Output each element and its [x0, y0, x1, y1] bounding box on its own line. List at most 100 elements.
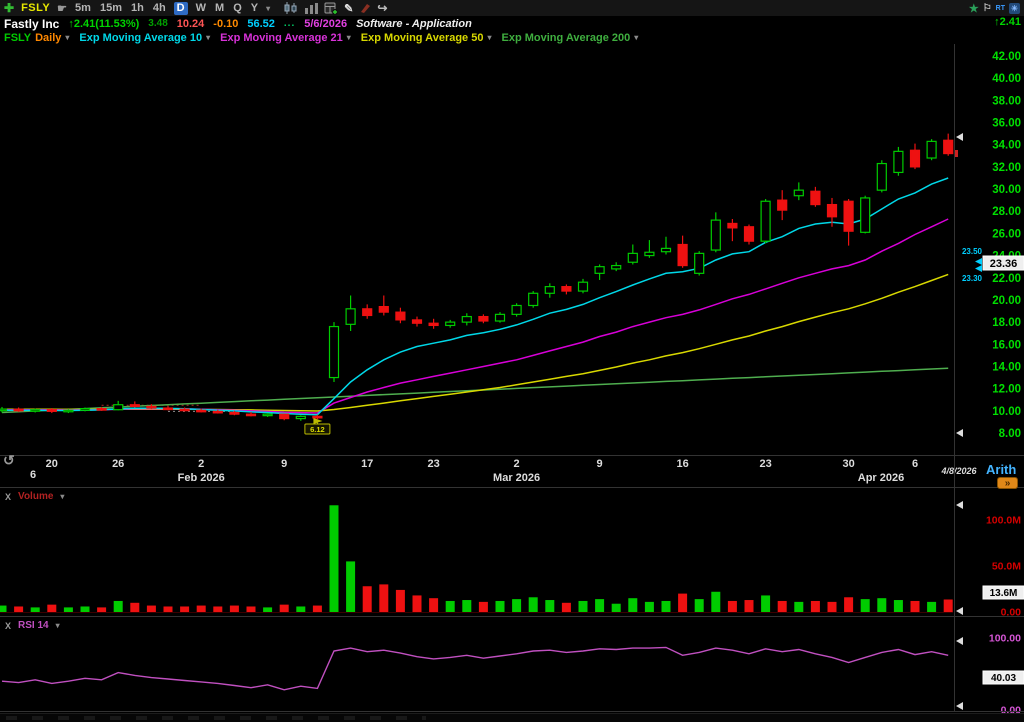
axis-extreme-marker — [956, 637, 963, 645]
svg-text:36.00: 36.00 — [992, 118, 1021, 130]
candle-body — [81, 409, 90, 411]
rsi-dropdown-icon[interactable]: ▾ — [56, 621, 60, 630]
candle-body — [64, 410, 73, 412]
candle-body — [197, 410, 206, 412]
candle-body — [778, 200, 787, 210]
candle-body — [662, 248, 671, 251]
svg-text:42.00: 42.00 — [992, 51, 1021, 63]
volume-bar — [413, 595, 422, 612]
price-axis[interactable]: 42.0040.0038.0036.0034.0032.0030.0028.00… — [954, 51, 1024, 440]
rsi-panel-header: X RSI 14 ▾ — [5, 620, 60, 631]
candle-body — [612, 266, 621, 269]
volume-bar — [296, 606, 305, 612]
candle-body — [296, 416, 305, 418]
volume-bar — [396, 590, 405, 612]
candle-body — [761, 201, 770, 241]
chart-canvas[interactable]: 6.1242.0040.0038.0036.0034.0032.0030.002… — [0, 0, 1024, 721]
svg-text:22.00: 22.00 — [992, 273, 1021, 285]
svg-text:2: 2 — [198, 458, 204, 470]
volume-bar — [130, 603, 139, 612]
rsi-close-button[interactable]: X — [5, 621, 11, 631]
volume-bar — [230, 606, 239, 612]
candle-body — [346, 309, 355, 325]
candle-body — [828, 205, 837, 217]
rsi-panel-label[interactable]: RSI 14 — [18, 620, 49, 631]
volume-bar — [147, 606, 156, 612]
ema10-line — [2, 178, 948, 415]
svg-text:32.00: 32.00 — [992, 162, 1021, 174]
volume-bar — [363, 586, 372, 612]
volume-bar — [263, 607, 272, 612]
axis-extreme-marker — [956, 607, 963, 615]
volume-bar — [877, 598, 886, 612]
trading-chart-window: ✚ FSLY ☛ 5m15m1h4hDWMQY ▾ — [0, 0, 1024, 721]
price-pane[interactable]: 6.12 — [0, 134, 953, 434]
volume-bar — [778, 601, 787, 612]
candle-body — [595, 267, 604, 274]
candle-body — [31, 410, 40, 412]
volume-bar — [927, 602, 936, 612]
volume-close-button[interactable]: X — [5, 492, 11, 502]
svg-text:12.00: 12.00 — [992, 384, 1021, 396]
candle-body — [247, 414, 256, 416]
candle-body — [429, 323, 438, 325]
volume-bar — [579, 601, 588, 612]
volume-bar — [728, 601, 737, 612]
candle-body — [413, 320, 422, 323]
volume-bar — [496, 601, 505, 612]
volume-bar — [811, 601, 820, 612]
candle-body — [794, 190, 803, 196]
volume-bar — [479, 602, 488, 612]
volume-bar — [695, 599, 704, 612]
volume-bar — [711, 592, 720, 612]
candle-body — [496, 314, 505, 321]
candle-body — [114, 405, 123, 410]
candle-body — [313, 416, 322, 418]
svg-text:16: 16 — [676, 458, 688, 470]
partial-date-label: 6 — [30, 469, 36, 481]
volume-bar — [662, 601, 671, 612]
scale-type-label[interactable]: Arith — [986, 462, 1016, 477]
svg-text:4/8/2026: 4/8/2026 — [940, 466, 977, 476]
volume-bar — [114, 601, 123, 612]
svg-text:Apr 2026: Apr 2026 — [858, 472, 904, 484]
svg-text:6: 6 — [912, 458, 918, 470]
volume-dropdown-icon[interactable]: ▾ — [60, 492, 64, 501]
candle-body — [280, 414, 289, 418]
candle-body — [213, 411, 222, 413]
refresh-icon[interactable]: ↺ — [3, 452, 15, 469]
svg-text:20: 20 — [46, 458, 58, 470]
rsi-pane[interactable]: 100.0050.000.0040.03 — [2, 633, 1024, 717]
candle-body — [695, 253, 704, 273]
volume-bar — [861, 599, 870, 612]
candle-body — [379, 307, 388, 313]
volume-bar — [761, 595, 770, 612]
volume-bar — [247, 606, 256, 612]
more-button[interactable]: » — [997, 477, 1018, 489]
candle-body — [844, 201, 853, 231]
svg-text:23.50: 23.50 — [962, 247, 983, 256]
volume-bar — [645, 602, 654, 612]
svg-text:38.00: 38.00 — [992, 95, 1021, 107]
svg-text:23: 23 — [427, 458, 439, 470]
volume-bar — [379, 584, 388, 612]
svg-text:100.0M: 100.0M — [986, 515, 1021, 527]
candle-body — [14, 409, 23, 411]
candle-body — [263, 414, 272, 416]
volume-bar — [911, 601, 920, 612]
svg-text:30: 30 — [842, 458, 854, 470]
volume-bar — [213, 606, 222, 612]
volume-panel-label[interactable]: Volume — [18, 491, 53, 502]
candle-body — [512, 305, 521, 314]
volume-bar — [678, 594, 687, 612]
volume-pane[interactable]: 100.0M50.0M0.0013.6M — [0, 501, 1024, 619]
candle-body — [911, 150, 920, 167]
volume-bar — [612, 604, 621, 612]
svg-text:100.00: 100.00 — [989, 633, 1021, 645]
svg-text:6.12: 6.12 — [310, 425, 325, 434]
volume-bar — [944, 599, 953, 612]
volume-bar — [745, 600, 754, 612]
volume-bar — [462, 600, 471, 612]
volume-bar — [562, 603, 571, 612]
svg-text:20.00: 20.00 — [992, 295, 1021, 307]
